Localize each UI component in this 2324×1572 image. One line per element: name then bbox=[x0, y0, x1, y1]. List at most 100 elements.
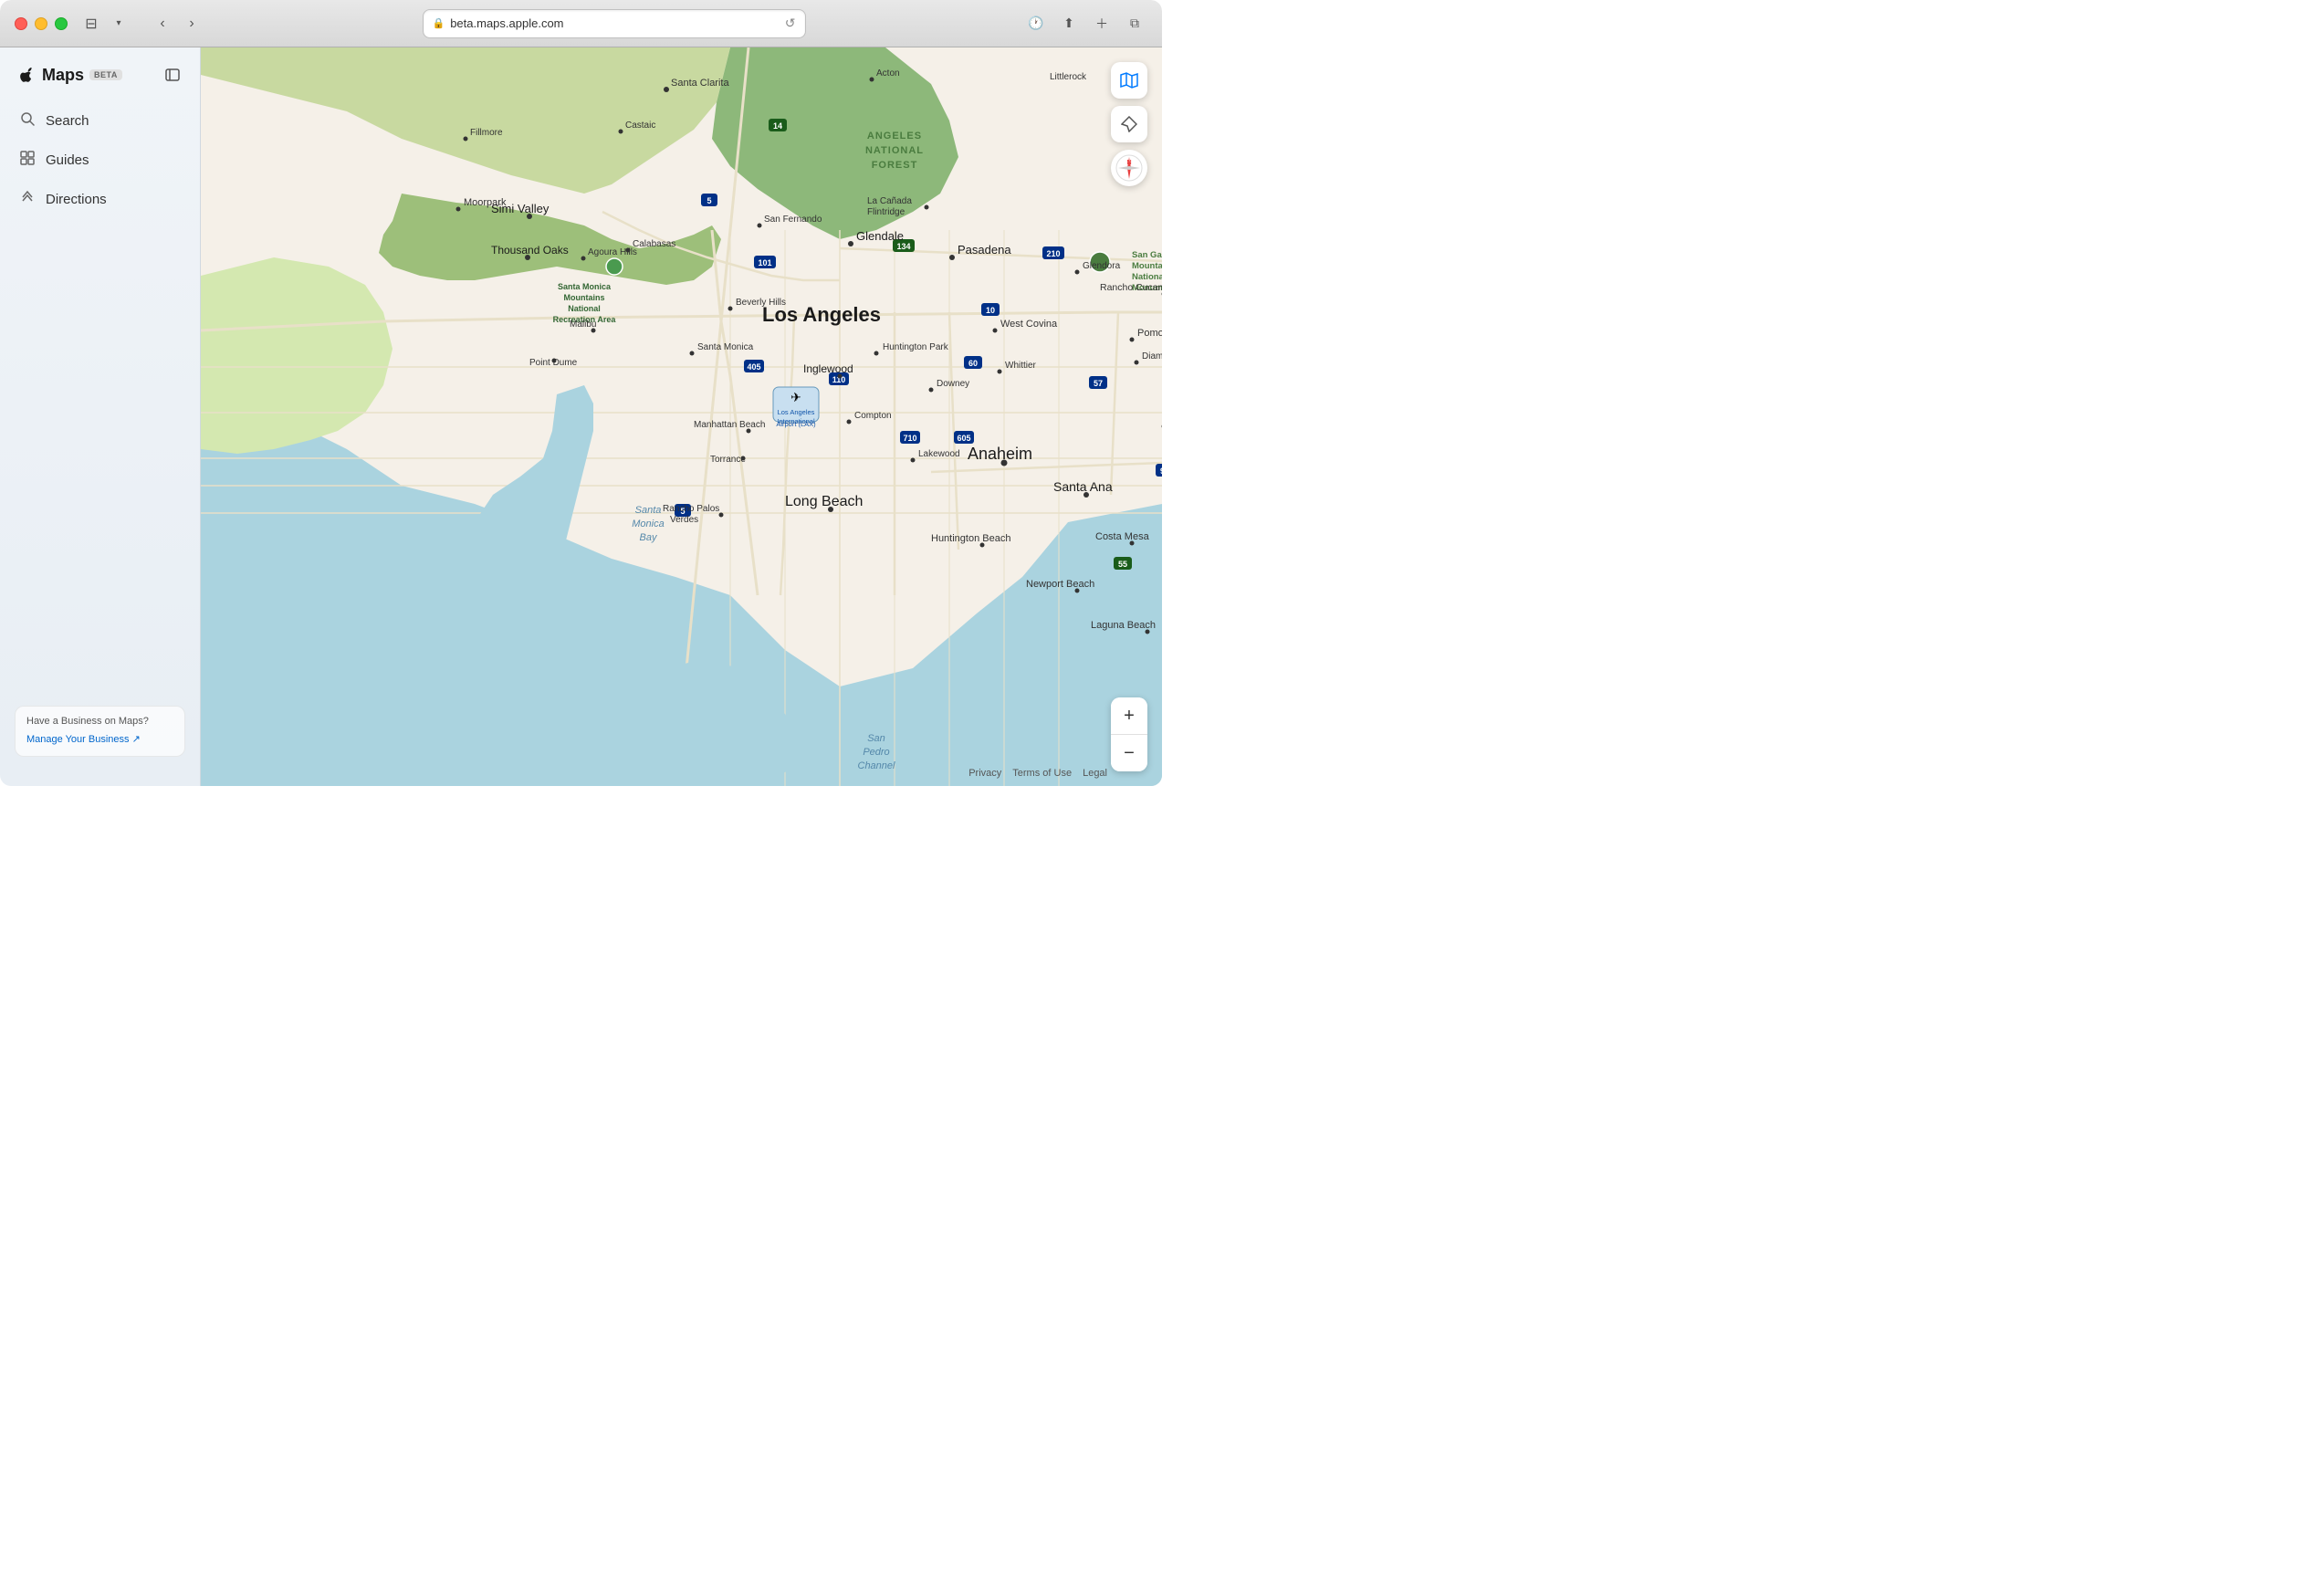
svg-text:Point Dume: Point Dume bbox=[529, 358, 578, 368]
new-tab-icon[interactable]: ＋ bbox=[1089, 11, 1115, 37]
close-button[interactable] bbox=[15, 17, 27, 30]
svg-text:Compton: Compton bbox=[854, 411, 892, 421]
zoom-in-button[interactable]: + bbox=[1111, 697, 1147, 734]
svg-text:Lakewood: Lakewood bbox=[918, 449, 960, 459]
svg-text:Costa Mesa: Costa Mesa bbox=[1095, 531, 1150, 542]
sidebar-item-directions-label: Directions bbox=[46, 192, 107, 207]
svg-text:Huntington Park: Huntington Park bbox=[883, 342, 949, 352]
sidebar-toggle-group: ⊟ ▾ bbox=[79, 11, 131, 37]
directions-icon bbox=[18, 190, 37, 209]
svg-text:NATIONAL: NATIONAL bbox=[865, 145, 924, 156]
svg-text:Glendora: Glendora bbox=[1083, 261, 1121, 271]
sidebar-toggle-button[interactable] bbox=[160, 62, 185, 88]
svg-text:Glendale: Glendale bbox=[856, 229, 904, 243]
svg-text:Inglewood: Inglewood bbox=[803, 362, 853, 375]
svg-text:Flintridge: Flintridge bbox=[867, 207, 906, 217]
svg-text:Downey: Downey bbox=[937, 379, 969, 389]
address-bar[interactable]: 🔒 beta.maps.apple.com ↺ bbox=[423, 9, 806, 38]
svg-text:Huntington Beach: Huntington Beach bbox=[931, 533, 1010, 544]
sidebar-toggle-browser[interactable]: ⊟ bbox=[79, 11, 104, 37]
svg-text:Manhattan Beach: Manhattan Beach bbox=[694, 420, 765, 430]
svg-text:Bay: Bay bbox=[640, 532, 658, 543]
address-bar-container: 🔒 beta.maps.apple.com ↺ bbox=[215, 9, 1012, 38]
svg-text:Littlerock: Littlerock bbox=[1050, 72, 1087, 82]
svg-text:Mountains: Mountains bbox=[564, 293, 605, 302]
fullscreen-button[interactable] bbox=[55, 17, 68, 30]
svg-text:Calabasas: Calabasas bbox=[633, 239, 675, 249]
sidebar: Maps BETA Search bbox=[0, 47, 201, 786]
sidebar-footer: Have a Business on Maps? Manage Your Bus… bbox=[0, 691, 200, 771]
svg-text:National: National bbox=[1132, 272, 1162, 282]
search-icon bbox=[18, 111, 37, 131]
business-card: Have a Business on Maps? Manage Your Bus… bbox=[15, 706, 185, 757]
sidebar-item-directions[interactable]: Directions bbox=[7, 181, 193, 218]
sidebar-item-guides-label: Guides bbox=[46, 152, 89, 168]
map-area[interactable]: Santa Monica Bay San Pedro Channel ANGEL… bbox=[201, 47, 1162, 786]
maps-header: Maps BETA bbox=[0, 62, 200, 102]
zoom-controls: + − bbox=[1111, 697, 1147, 771]
svg-text:55: 55 bbox=[1118, 560, 1127, 569]
manage-business-link[interactable]: Manage Your Business ↗ bbox=[26, 734, 141, 745]
svg-text:San Gabriel: San Gabriel bbox=[1132, 250, 1162, 260]
sidebar-item-guides[interactable]: Guides bbox=[7, 141, 193, 179]
map-controls: N bbox=[1111, 62, 1147, 186]
svg-text:Whittier: Whittier bbox=[1005, 361, 1037, 371]
compass-icon: N bbox=[1115, 153, 1144, 183]
svg-text:Airport (LAX): Airport (LAX) bbox=[776, 420, 816, 428]
svg-text:Monica: Monica bbox=[632, 519, 664, 529]
svg-text:Anaheim: Anaheim bbox=[968, 445, 1032, 463]
forward-button[interactable]: › bbox=[179, 11, 204, 37]
svg-text:Malibu: Malibu bbox=[570, 320, 596, 330]
svg-text:210: 210 bbox=[1046, 249, 1060, 258]
svg-text:San Fernando: San Fernando bbox=[764, 215, 822, 225]
svg-text:Santa Monica: Santa Monica bbox=[697, 342, 754, 352]
svg-text:57: 57 bbox=[1094, 379, 1103, 388]
url-text: beta.maps.apple.com bbox=[450, 16, 563, 30]
sidebar-item-search[interactable]: Search bbox=[7, 102, 193, 140]
svg-text:Verdes: Verdes bbox=[670, 515, 698, 525]
map-view-button[interactable] bbox=[1111, 62, 1147, 99]
legal-link[interactable]: Legal bbox=[1083, 768, 1107, 779]
svg-text:N: N bbox=[1126, 160, 1131, 166]
svg-text:Torrance: Torrance bbox=[710, 455, 746, 465]
svg-text:Rancho Palos: Rancho Palos bbox=[663, 504, 719, 514]
sidebar-nav: Search Guides Directions bbox=[0, 102, 200, 218]
sidebar-item-search-label: Search bbox=[46, 113, 89, 129]
lock-icon: 🔒 bbox=[433, 17, 445, 29]
map-icon bbox=[1120, 71, 1138, 89]
svg-text:Santa Ana: Santa Ana bbox=[1053, 479, 1113, 494]
svg-text:Acton: Acton bbox=[876, 68, 900, 79]
compass-button[interactable]: N bbox=[1111, 150, 1147, 186]
zoom-out-button[interactable]: − bbox=[1111, 735, 1147, 771]
svg-text:Castaic: Castaic bbox=[625, 121, 655, 131]
svg-text:Laguna Beach: Laguna Beach bbox=[1091, 620, 1156, 631]
refresh-icon[interactable]: ↺ bbox=[785, 16, 796, 31]
svg-text:Pasadena: Pasadena bbox=[958, 243, 1011, 257]
history-icon[interactable]: 🕐 bbox=[1023, 11, 1049, 37]
privacy-link[interactable]: Privacy bbox=[968, 768, 1001, 779]
back-button[interactable]: ‹ bbox=[150, 11, 175, 37]
svg-text:91: 91 bbox=[1160, 466, 1162, 476]
svg-text:FOREST: FOREST bbox=[872, 160, 918, 171]
traffic-lights bbox=[15, 17, 68, 30]
chevron-down-icon[interactable]: ▾ bbox=[106, 11, 131, 37]
svg-text:605: 605 bbox=[957, 434, 970, 443]
svg-text:Thousand Oaks: Thousand Oaks bbox=[491, 244, 569, 257]
svg-text:710: 710 bbox=[903, 434, 916, 443]
svg-text:Pedro: Pedro bbox=[863, 747, 889, 758]
minimize-button[interactable] bbox=[35, 17, 47, 30]
svg-text:National: National bbox=[568, 304, 601, 313]
location-button[interactable] bbox=[1111, 106, 1147, 142]
svg-text:405: 405 bbox=[747, 362, 760, 372]
sidebar-icon bbox=[165, 68, 180, 82]
terms-link[interactable]: Terms of Use bbox=[1012, 768, 1072, 779]
maps-logo: Maps BETA bbox=[15, 66, 122, 85]
svg-text:Rancho Cucamonga: Rancho Cucamonga bbox=[1100, 282, 1162, 293]
svg-text:Santa Clarita: Santa Clarita bbox=[671, 78, 729, 89]
svg-text:Simi Valley: Simi Valley bbox=[491, 202, 550, 215]
svg-text:60: 60 bbox=[968, 359, 978, 368]
svg-text:5: 5 bbox=[707, 196, 711, 205]
tabs-icon[interactable]: ⧉ bbox=[1122, 11, 1147, 37]
share-icon[interactable]: ⬆ bbox=[1056, 11, 1082, 37]
svg-text:Fillmore: Fillmore bbox=[470, 128, 503, 138]
